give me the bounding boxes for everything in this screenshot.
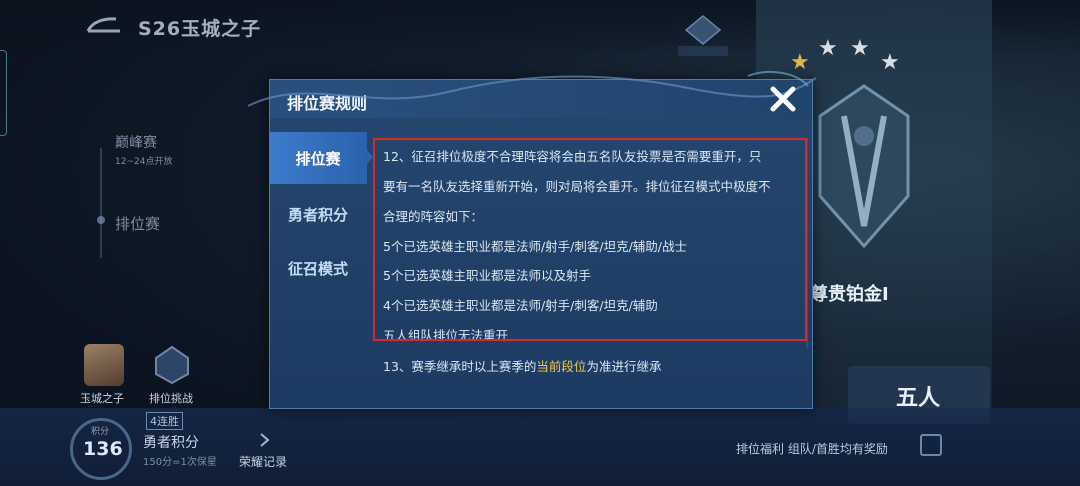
gift-icon[interactable] [920,434,942,456]
mode-peak-time: 12~24点开放 [115,157,173,167]
profile-avatar[interactable] [84,344,124,386]
rule-13: 13、赛季继承时以上赛季的当前段位为准进行继承 [383,356,661,375]
rules-tab-list: 排位赛 勇者积分 征召模式 [269,132,373,407]
profile-label: 玉城之子 [80,392,124,405]
honor-record-link[interactable]: 荣耀记录 [239,453,287,470]
rule-line: 五人组队排位无法重开 [383,328,509,343]
mode-peak-label[interactable]: 巅峰赛 [115,132,157,152]
rank-emblem-icon [818,84,910,249]
streak-badge: 4连胜 [146,412,183,430]
rule-line: 5个已选英雄主职业都是法师/射手/刺客/坦克/辅助/战士 [383,239,688,254]
rule-line: 要有一名队友选择重新开始，则对局将会重开。排位征召模式中极度不 [383,179,771,194]
rule-13-highlight: 当前段位 [536,359,587,374]
star-icon: ★ [880,50,900,75]
close-icon[interactable] [768,84,798,114]
modal-header: 排位赛规则 [270,80,812,118]
mode-timeline-dot [97,216,105,224]
rule-13-prefix: 13、赛季继承时以上赛季的 [383,359,537,374]
content-scrollbar[interactable] [806,138,808,348]
brave-points-sub: 150分=1次保星 [143,457,217,468]
tab-draft-mode[interactable]: 征召模式 [269,242,367,294]
rank-name: 尊贵铂金I [810,284,889,305]
side-drawer-tab[interactable] [0,50,7,136]
brave-points-label[interactable]: 勇者积分 [143,432,199,452]
score-value: 136 [83,438,123,460]
star-icon: ★ [818,36,838,61]
rule-line: 12、征召排位极度不合理阵容将会由五名队友投票是否需要重开，只 [383,149,762,164]
tab-brave-points-label: 勇者积分 [287,206,348,224]
tab-ranked-label: 排位赛 [295,150,341,168]
back-arrow-icon[interactable] [82,14,126,36]
star-icon: ★ [850,36,870,61]
tab-brave-points[interactable]: 勇者积分 [269,188,367,240]
rule-line: 4个已选英雄主职业都是法师/射手/刺客/坦克/辅助 [383,298,658,313]
mode-ranked-label[interactable]: 排位赛 [115,213,160,234]
benefit-text[interactable]: 排位福利 组队/首胜均有奖励 [736,440,888,457]
rule-13-suffix: 为准进行继承 [586,359,662,374]
score-caption: 积分 [91,427,110,437]
tab-ranked[interactable]: 排位赛 [269,132,373,184]
modal-title: 排位赛规则 [287,94,368,113]
season-title: S26玉城之子 [138,18,262,40]
event-logo-icon[interactable] [672,14,734,60]
tab-draft-mode-label: 征召模式 [287,260,348,278]
star-icon: ★ [790,50,810,75]
ranked-challenge-icon[interactable] [152,344,192,386]
rule-line: 合理的阵容如下： [383,209,484,224]
chevron-right-icon[interactable] [258,432,272,448]
rule-line: 5个已选英雄主职业都是法师以及射手 [383,268,591,283]
mode-timeline [100,148,102,258]
ranked-challenge-label: 排位挑战 [149,392,193,405]
